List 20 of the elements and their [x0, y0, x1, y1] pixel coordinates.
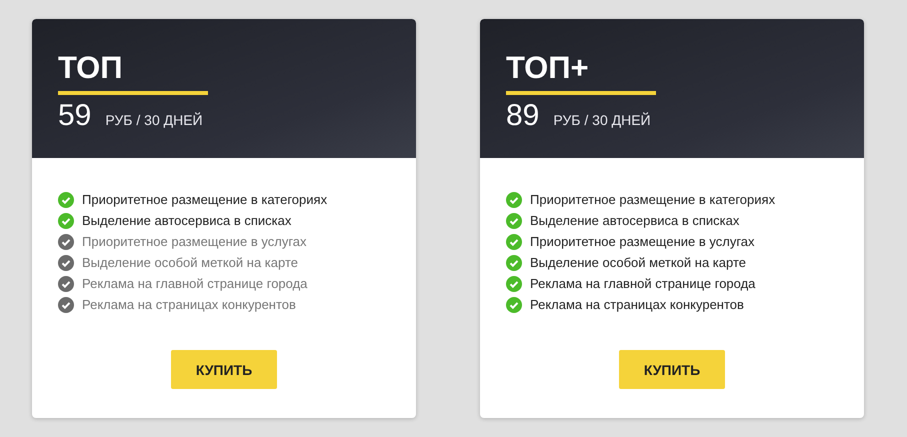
- feature-label: Реклама на страницах конкурентов: [82, 296, 296, 313]
- buy-button[interactable]: КУПИТЬ: [171, 350, 277, 389]
- plan-price: 89: [506, 99, 540, 133]
- plan-title: ТОП: [58, 49, 208, 95]
- feature-label: Выделение особой меткой на карте: [82, 254, 298, 271]
- feature-label: Выделение автосервиса в списках: [530, 212, 740, 229]
- feature-label: Выделение автосервиса в списках: [82, 212, 292, 229]
- feature-label: Реклама на страницах конкурентов: [530, 296, 744, 313]
- feature-label: Реклама на главной странице города: [82, 275, 308, 292]
- plan-title: ТОП+: [506, 49, 656, 95]
- price-period: РУБ / 30 ДНЕЙ: [105, 112, 203, 128]
- price-period: РУБ / 30 ДНЕЙ: [553, 112, 651, 128]
- plan-price: 59: [58, 99, 92, 133]
- feature-label: Приоритетное размещение в категориях: [530, 191, 776, 208]
- feature-label: Приоритетное размещение в категориях: [82, 191, 328, 208]
- feature-label: Выделение особой меткой на карте: [530, 254, 746, 271]
- buy-button[interactable]: КУПИТЬ: [619, 350, 725, 389]
- feature-label: Приоритетное размещение в услугах: [530, 233, 755, 250]
- feature-label: Приоритетное размещение в услугах: [82, 233, 307, 250]
- feature-label: Реклама на главной странице города: [530, 275, 756, 292]
